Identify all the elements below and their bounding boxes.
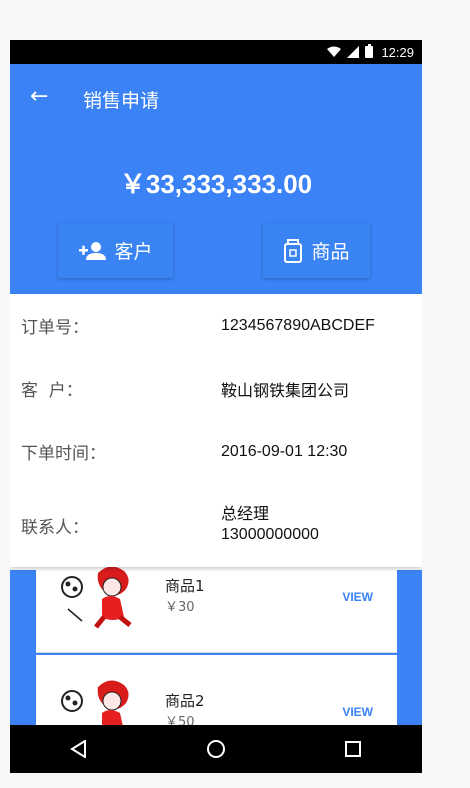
goods-button[interactable]: 商品 [263, 223, 370, 278]
order-info-card: 订单号： 1234567890ABCDEF 客 户： 鞍山钢铁集团公司 下单时间… [10, 294, 422, 567]
order-number-row: 订单号： 1234567890ABCDEF [10, 294, 422, 357]
order-number-value: 1234567890ABCDEF [221, 316, 375, 334]
back-nav-icon [69, 740, 86, 758]
contact-title: 总经理 [221, 506, 270, 523]
nav-recents-button[interactable] [329, 725, 377, 773]
view-button[interactable]: VIEW [342, 590, 373, 604]
product-name: 商品1 [165, 577, 205, 595]
add-person-icon [79, 241, 107, 260]
nav-back-button[interactable] [55, 725, 103, 773]
order-time-label: 下单时间： [21, 444, 106, 464]
back-arrow-icon[interactable]: ← [30, 84, 48, 109]
system-nav-bar [10, 725, 422, 773]
customer-label: 客 户： [21, 381, 83, 401]
customer-button[interactable]: 客户 [58, 223, 173, 278]
product-item[interactable]: 商品1 ￥30 VIEW [36, 566, 397, 653]
nav-home-button[interactable] [192, 725, 240, 773]
battery-icon [365, 44, 374, 58]
order-number-label: 订单号： [21, 318, 89, 338]
summary-header: ← 销售申请 ￥33,333,333.00 客户 商品 [10, 64, 422, 294]
order-time-value: 2016-09-01 12:30 [221, 442, 348, 460]
contact-row: 联系人： 总经理 13000000000 [10, 483, 422, 567]
product-mascot-image [61, 566, 132, 629]
customer-value: 鞍山钢铁集团公司 [221, 382, 350, 400]
order-time-row: 下单时间： 2016-09-01 12:30 [10, 420, 422, 483]
status-time: 12:29 [381, 44, 414, 60]
total-amount: ￥33,333,333.00 [119, 169, 313, 199]
product-item[interactable]: 商品2 ￥50 VIEW [36, 655, 397, 734]
contact-value: 总经理 13000000000 [221, 505, 319, 545]
view-button[interactable]: VIEW [342, 705, 373, 719]
home-nav-icon [206, 740, 225, 758]
signal-icon [347, 46, 360, 58]
wifi-icon [327, 46, 342, 57]
status-bar: 12:29 [10, 40, 422, 64]
product-list: 商品1 ￥30 VIEW 商品2 ￥50 VIEW [10, 566, 422, 734]
customer-button-label: 客户 [114, 241, 153, 263]
recents-nav-icon [345, 741, 362, 757]
page-title: 销售申请 [83, 90, 160, 112]
goods-icon [284, 238, 303, 263]
customer-row: 客 户： 鞍山钢铁集团公司 [10, 357, 422, 420]
phone-frame: 12:29 ← 销售申请 ￥33,333,333.00 客户 商品 订单号： 1… [10, 40, 422, 773]
contact-label: 联系人： [21, 517, 89, 538]
contact-phone: 13000000000 [221, 526, 319, 543]
product-name: 商品2 [165, 692, 205, 710]
product-price: ￥30 [165, 600, 195, 615]
goods-button-label: 商品 [311, 241, 350, 263]
